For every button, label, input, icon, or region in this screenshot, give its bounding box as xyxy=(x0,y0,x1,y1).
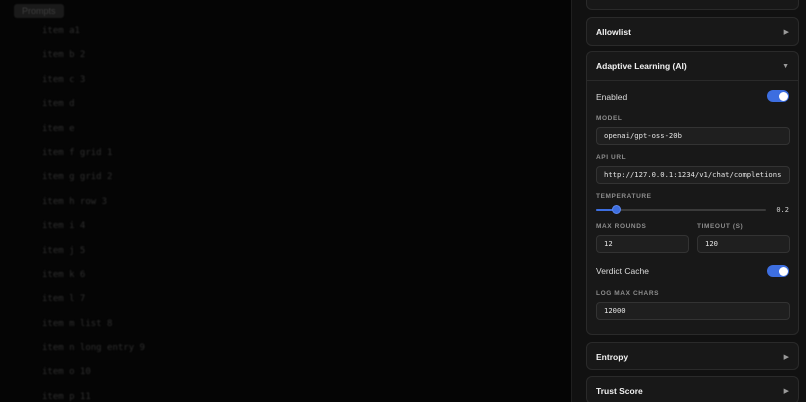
api-url-label: API URL xyxy=(596,154,627,161)
toggle-knob xyxy=(778,91,788,101)
max-rounds-input[interactable]: 12 xyxy=(596,235,689,253)
list-item: item p 11 xyxy=(42,391,91,402)
list-item: item e xyxy=(42,123,75,134)
entropy-title: Entropy xyxy=(596,352,629,362)
list-item: item f grid 1 xyxy=(42,147,113,158)
model-label: MODEL xyxy=(596,115,623,122)
adaptive-learning-header[interactable]: Adaptive Learning (AI) ▼ xyxy=(587,52,798,81)
list-item: item a1 xyxy=(42,26,80,36)
entropy-header[interactable]: Entropy ▶ xyxy=(587,343,798,371)
api-url-input[interactable]: http://127.0.0.1:1234/v1/chat/completion… xyxy=(596,166,790,184)
chevron-down-icon: ▼ xyxy=(782,62,789,70)
log-max-chars-input[interactable]: 12000 xyxy=(596,302,790,320)
list-item: item k 6 xyxy=(42,269,86,280)
allowlist-header[interactable]: Allowlist ▶ xyxy=(587,18,798,46)
toggle-knob xyxy=(778,266,788,276)
list-item: item o 10 xyxy=(42,367,91,378)
trust-score-section[interactable]: Trust Score ▶ xyxy=(586,376,799,402)
verdict-cache-label: Verdict Cache xyxy=(596,266,649,276)
chevron-right-icon: ▶ xyxy=(783,354,789,361)
list-item: item c 3 xyxy=(42,74,86,85)
list-item: item g grid 2 xyxy=(42,172,113,183)
adaptive-learning-title: Adaptive Learning (AI) xyxy=(596,61,687,71)
timeout-input[interactable]: 120 xyxy=(697,235,790,253)
log-max-chars-label: LOG MAX CHARS xyxy=(596,290,660,297)
list-item: item n long entry 9 xyxy=(42,343,145,354)
trust-score-header[interactable]: Trust Score ▶ xyxy=(587,377,798,402)
list-item: item i 4 xyxy=(42,221,86,232)
chevron-right-icon: ▶ xyxy=(783,388,789,395)
enabled-label: Enabled xyxy=(596,92,628,102)
list-item: item m list 8 xyxy=(42,318,113,329)
collapsed-card-top[interactable] xyxy=(586,0,799,10)
temperature-slider[interactable] xyxy=(596,205,766,214)
timeout-label: TIMEOUT (S) xyxy=(697,223,744,230)
temperature-label: TEMPERATURE xyxy=(596,193,652,200)
model-input[interactable]: openai/gpt-oss-20b xyxy=(596,127,790,145)
list-item: item j 5 xyxy=(42,245,86,256)
allowlist-section[interactable]: Allowlist ▶ xyxy=(586,17,799,46)
enabled-toggle[interactable] xyxy=(767,90,789,102)
adaptive-learning-section: Adaptive Learning (AI) ▼ Enabled MODEL o… xyxy=(586,51,799,335)
temperature-value: 0.2 xyxy=(776,206,789,214)
allowlist-title: Allowlist xyxy=(596,27,631,37)
background-overlay: Prompts item a1 item b 2 item c 3 item d… xyxy=(0,0,571,402)
background-tag: Prompts xyxy=(14,4,64,18)
entropy-section[interactable]: Entropy ▶ xyxy=(586,342,799,370)
chevron-right-icon: ▶ xyxy=(783,29,789,36)
list-item: item b 2 xyxy=(42,50,86,61)
settings-panel: Allowlist ▶ Adaptive Learning (AI) ▼ Ena… xyxy=(571,0,806,402)
list-item: item l 7 xyxy=(42,294,86,305)
verdict-cache-toggle[interactable] xyxy=(767,265,789,277)
max-rounds-label: MAX ROUNDS xyxy=(596,223,647,230)
list-item: item d xyxy=(42,99,75,110)
trust-score-title: Trust Score xyxy=(596,386,643,396)
list-item: item h row 3 xyxy=(42,196,108,207)
temperature-slider-handle[interactable] xyxy=(611,205,621,214)
background-list: item a1 item b 2 item c 3 item d item e … xyxy=(42,24,145,402)
